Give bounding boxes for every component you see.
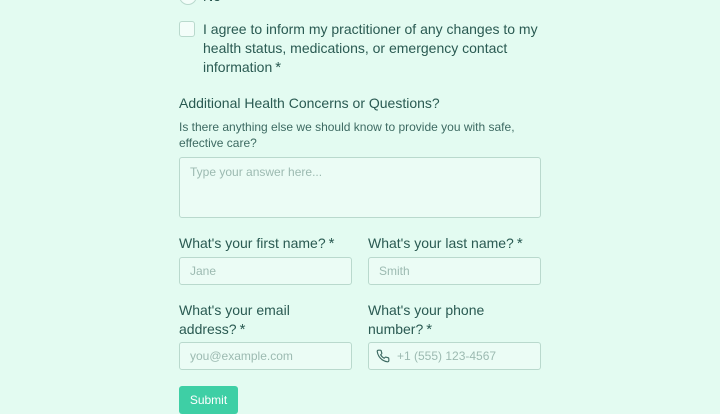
additional-textarea[interactable]: Type your answer here...: [179, 157, 541, 218]
consent-checkbox[interactable]: [179, 21, 195, 37]
additional-description: Is there anything else we should know to…: [179, 120, 515, 150]
required-mark: *: [516, 235, 523, 252]
email-input[interactable]: you@example.com: [179, 342, 352, 370]
phone-icon: [376, 349, 390, 363]
additional-title: Additional Health Concerns or Questions?: [179, 95, 440, 111]
last-name-placeholder: Smith: [379, 264, 410, 278]
required-mark: *: [328, 235, 335, 252]
first-name-label-text: What's your first name?: [179, 235, 326, 251]
email-placeholder: you@example.com: [190, 349, 293, 363]
last-name-label: What's your last name? *: [368, 234, 523, 253]
textarea-placeholder: Type your answer here...: [190, 165, 323, 179]
required-mark: *: [426, 321, 433, 338]
first-name-label: What's your first name? *: [179, 234, 334, 253]
phone-label: What's your phone number? *: [368, 301, 498, 339]
consent-text: I agree to inform my practitioner of any…: [203, 20, 543, 77]
phone-placeholder: +1 (555) 123-4567: [397, 349, 497, 363]
radio-no-label: No: [203, 0, 221, 4]
email-label-text: What's your email address?: [179, 302, 290, 337]
radio-no[interactable]: [179, 0, 197, 5]
last-name-label-text: What's your last name?: [368, 235, 514, 251]
required-mark: *: [239, 321, 246, 338]
first-name-placeholder: Jane: [190, 264, 217, 278]
last-name-input[interactable]: Smith: [368, 257, 541, 285]
first-name-input[interactable]: Jane: [179, 257, 352, 285]
consent-label: I agree to inform my practitioner of any…: [203, 21, 538, 75]
required-mark: *: [275, 59, 282, 76]
email-label: What's your email address? *: [179, 301, 329, 339]
submit-button[interactable]: Submit: [179, 386, 238, 414]
phone-input[interactable]: +1 (555) 123-4567: [368, 342, 541, 370]
